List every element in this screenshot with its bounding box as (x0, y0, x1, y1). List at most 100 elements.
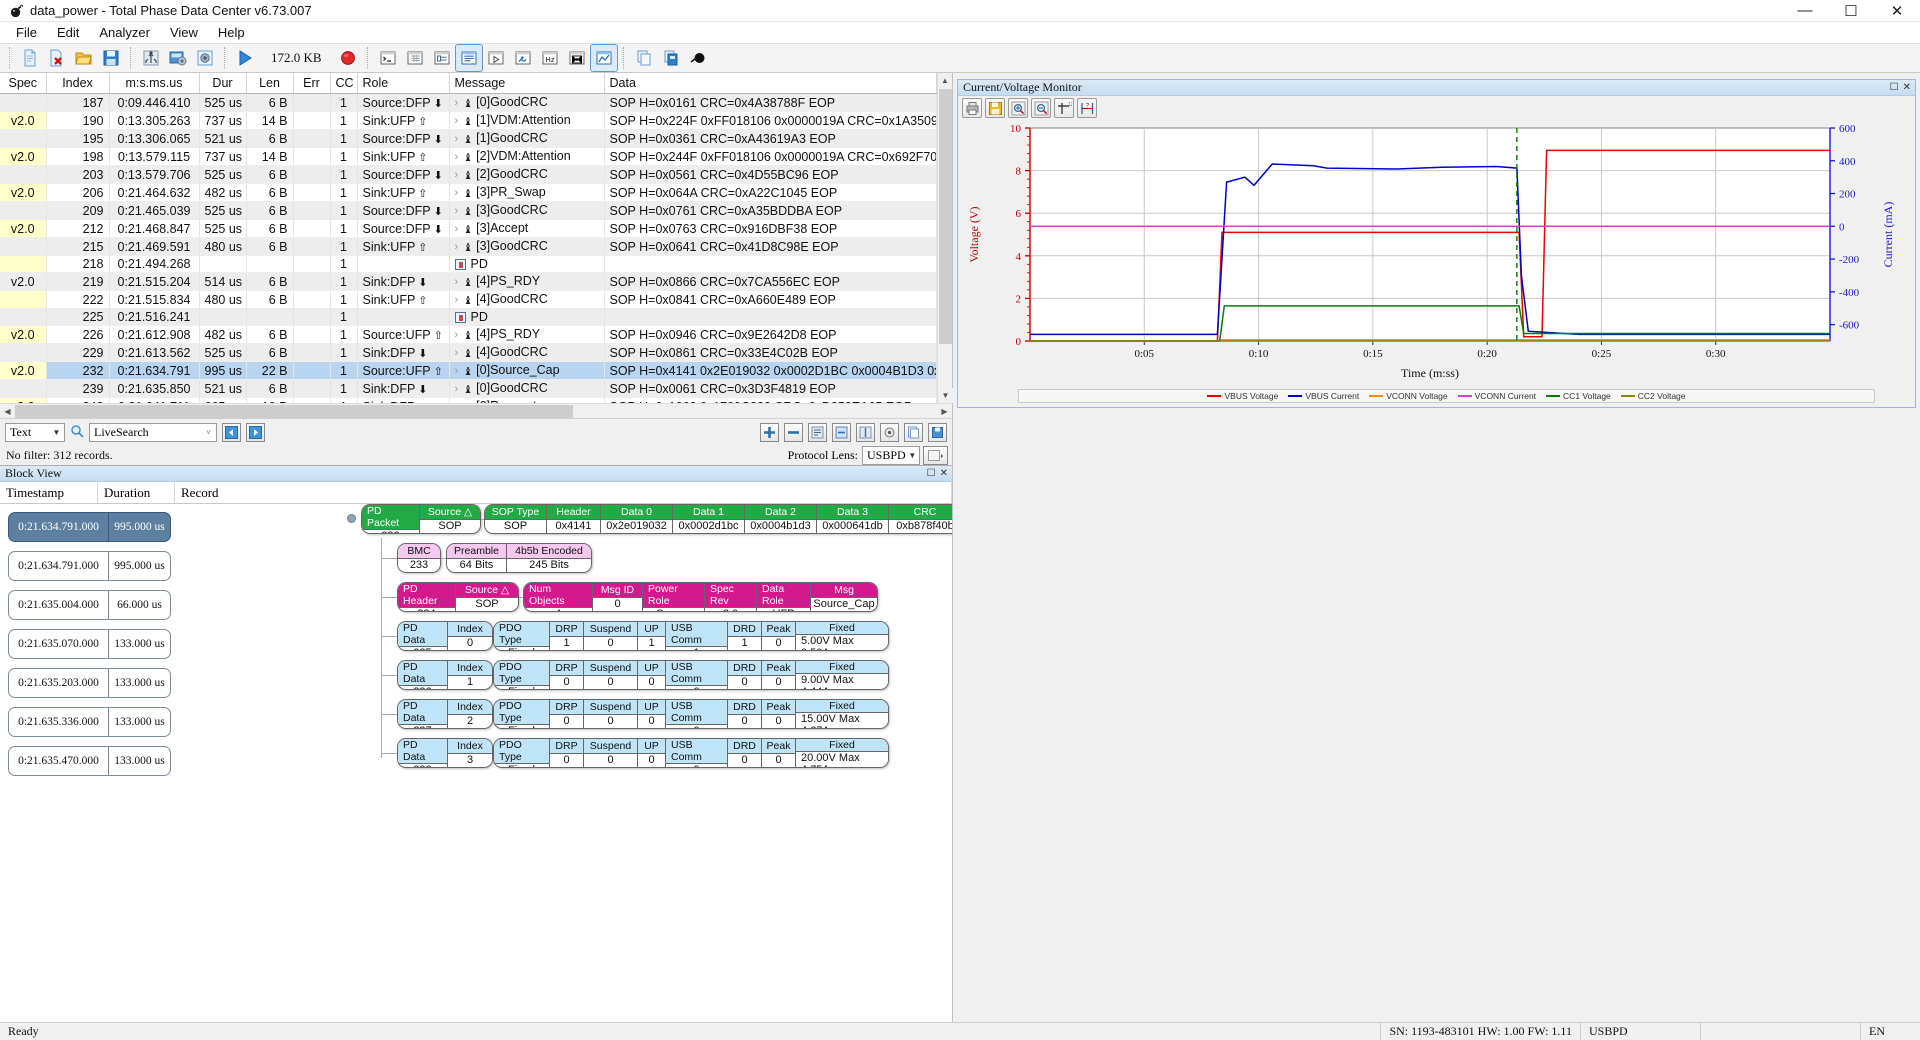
cv-monitor-chart[interactable]: 0:05 0:10 0:15 0:20 0:25 0:30 0 2 4 6 8 10 -600 -400 -… (958, 120, 1908, 385)
expand-chevron-icon[interactable]: › (455, 365, 459, 377)
filter-preset-2-button[interactable] (832, 422, 851, 442)
filter-clear-button[interactable] (880, 422, 899, 442)
transaction-view-button[interactable] (483, 45, 509, 71)
minimize-button[interactable]: — (1782, 0, 1828, 21)
expand-chevron-icon[interactable]: › (455, 241, 459, 253)
timestamp-block[interactable]: 0:21.635.470.000 133.000 us (8, 746, 171, 776)
filter-type-select[interactable]: Text ▼ (5, 422, 65, 442)
col-message[interactable]: Message (449, 73, 605, 94)
table-row[interactable]: 195 0:13.306.065 521 us 6 B 1 Source:DFP ⬇ › ♝ [1… (0, 129, 937, 148)
col-cc[interactable]: CC (330, 73, 358, 94)
chart-area[interactable]: 0:05 0:10 0:15 0:20 0:25 0:30 0 2 4 6 8 10 -600 -400 -… (958, 120, 1915, 385)
legend-entry[interactable]: CC2 Voltage (1620, 391, 1686, 401)
block-view-button[interactable] (454, 44, 483, 72)
expand-chevron-icon[interactable]: › (455, 115, 459, 127)
new-file-button[interactable] (17, 45, 43, 71)
record-node-left-pdo[interactable]: PD Data235 Index0 (397, 621, 493, 651)
scroll-right-icon[interactable]: ▶ (937, 407, 952, 416)
search-input[interactable]: LiveSearch ˅ (89, 422, 217, 442)
legend-entry[interactable]: VCONN Current (1457, 391, 1536, 401)
expand-chevron-icon[interactable]: › (455, 97, 459, 109)
expand-chevron-icon[interactable]: › (455, 329, 459, 341)
timestamp-block[interactable]: 0:21.635.336.000 133.000 us (8, 707, 171, 737)
table-row[interactable]: 215 0:21.469.591 480 us 6 B 1 Sink:UFP ⇧ › ♝ [3]G… (0, 237, 937, 256)
table-row[interactable]: 187 0:09.446.410 525 us 6 B 1 Source:DFP ⬇ › ♝ [0… (0, 93, 937, 112)
col-spec[interactable]: Spec (0, 73, 47, 94)
packet-list-scroll[interactable]: Spec Index m:s.ms.us Dur Len Err CC Role… (0, 73, 937, 403)
table-view-button[interactable] (402, 45, 428, 71)
wrench-view-button[interactable] (510, 45, 536, 71)
expand-chevron-icon[interactable]: › (455, 347, 459, 359)
col-role[interactable]: Role (357, 73, 450, 94)
legend-entry[interactable]: CC1 Voltage (1546, 391, 1611, 401)
record-node-left-pdo[interactable]: PD Data238 Index3 (397, 738, 493, 768)
menu-item-file[interactable]: File (6, 23, 47, 42)
zoom-in-button[interactable] (1008, 98, 1028, 118)
table-row[interactable]: v2.0 212 0:21.468.847 525 us 6 B 1 Source:DFP ⬇… (0, 219, 937, 238)
col-err[interactable]: Err (293, 73, 331, 94)
timestamp-block[interactable]: 0:21.635.203.000 133.000 us (8, 668, 171, 698)
scroll-up-icon[interactable]: ▲ (938, 73, 952, 88)
col-index[interactable]: Index (46, 73, 110, 94)
scroll-down-icon[interactable]: ▼ (938, 388, 953, 403)
copy-button[interactable] (631, 45, 657, 71)
expand-chevron-icon[interactable]: › (455, 223, 459, 235)
block-view-close-icon[interactable]: ✕ (940, 468, 948, 479)
legend-entry[interactable]: VBUS Current (1288, 391, 1359, 401)
settings-gear-button[interactable] (192, 45, 218, 71)
expand-chevron-icon[interactable]: › (455, 383, 459, 395)
export-button[interactable] (658, 45, 684, 71)
record-node-left-bmc[interactable]: BMC 233 (397, 543, 441, 573)
close-button[interactable]: ✕ (1874, 0, 1920, 21)
hscroll-thumb[interactable] (15, 404, 573, 418)
filter-preset-1-button[interactable] (808, 422, 827, 442)
print-button[interactable] (962, 98, 982, 118)
col-data[interactable]: Data (604, 73, 937, 94)
run-capture-button[interactable] (232, 45, 258, 71)
table-row[interactable]: v2.0 198 0:13.579.115 737 us 14 B 1 Sink:UFP ⇧ ›… (0, 147, 937, 166)
table-row[interactable]: 225 0:21.516.241 1 PD (0, 308, 937, 326)
record-node-right-pdo[interactable]: PDO TypeFixedDRP0Suspend0UP0USB Comm0DRD… (493, 738, 889, 768)
maximize-button[interactable]: ☐ (1828, 0, 1874, 21)
search-prev-button[interactable] (222, 422, 241, 442)
table-row[interactable]: v2.0 226 0:21.612.908 482 us 6 B 1 Source:UFP ⇧… (0, 325, 937, 344)
menu-item-analyzer[interactable]: Analyzer (89, 23, 160, 42)
signal-view-button[interactable] (589, 44, 618, 72)
packet-list-vscrollbar[interactable]: ▲ ▼ (937, 73, 953, 403)
monitor-close-icon[interactable]: ✕ (1903, 82, 1911, 93)
record-node-right-pdo[interactable]: PDO TypeFixedDRP0Suspend0UP0USB Comm0DRD… (493, 699, 889, 729)
table-row[interactable]: 239 0:21.635.850 521 us 6 B 1 Sink:DFP ⬇ › ♝ [0]G… (0, 379, 937, 398)
timestamp-block[interactable]: 0:21.634.791.000 995.000 us (8, 512, 171, 542)
record-node-left-pdo[interactable]: PD Data236 Index1 (397, 660, 493, 690)
col-dur[interactable]: Dur (199, 73, 247, 94)
record-node-right-packet[interactable]: SOP Type SOP Header 0x4141 Data 0 0x2e019032 D… (484, 504, 952, 534)
record-node-left-packet[interactable]: PD Packet232 Source △SOP (361, 504, 481, 534)
table-row[interactable]: v2.0 206 0:21.464.632 482 us 6 B 1 Sink:UFP ⇧ › ♝… (0, 183, 937, 202)
remove-filter-button[interactable] (784, 422, 803, 442)
add-filter-button[interactable] (760, 422, 779, 442)
search-next-button[interactable] (246, 422, 265, 442)
table-row[interactable]: v2.0 190 0:13.305.263 737 us 14 B 1 Sink:UFP ⇧ ›… (0, 111, 937, 130)
table-row[interactable]: 209 0:21.465.039 525 us 6 B 1 Source:DFP ⬇ › ♝ [3… (0, 201, 937, 220)
filter-preset-3-button[interactable] (856, 422, 875, 442)
tree-view-button[interactable] (429, 45, 455, 71)
legend-entry[interactable]: VCONN Voltage (1369, 391, 1448, 401)
save-file-button[interactable] (98, 45, 124, 71)
table-row[interactable]: v2.0 232 0:21.634.791 995 us 22 B 1 Source:UFP… (0, 361, 937, 380)
close-file-button[interactable] (44, 45, 70, 71)
menu-item-help[interactable]: Help (208, 23, 255, 42)
block-view-float-icon[interactable]: ☐ (927, 468, 936, 479)
monitor-float-icon[interactable]: ☐ (1890, 82, 1899, 93)
expand-chevron-icon[interactable]: › (455, 187, 459, 199)
record-node-left-pdo[interactable]: PD Data237 Index2 (397, 699, 493, 729)
timestamp-block[interactable]: 0:21.635.004.000 66.000 us (8, 590, 171, 620)
expand-chevron-icon[interactable]: › (455, 294, 459, 306)
expand-chevron-icon[interactable]: › (455, 205, 459, 217)
timestamp-block[interactable]: 0:21.635.070.000 133.000 us (8, 629, 171, 659)
hz-view-button[interactable]: Hz (537, 45, 563, 71)
menu-item-edit[interactable]: Edit (47, 23, 89, 42)
usb-analyzer-button[interactable] (138, 45, 164, 71)
filter-save-button[interactable] (928, 422, 947, 442)
hscroll-track[interactable] (15, 404, 937, 418)
expand-chevron-icon[interactable]: › (455, 276, 459, 288)
